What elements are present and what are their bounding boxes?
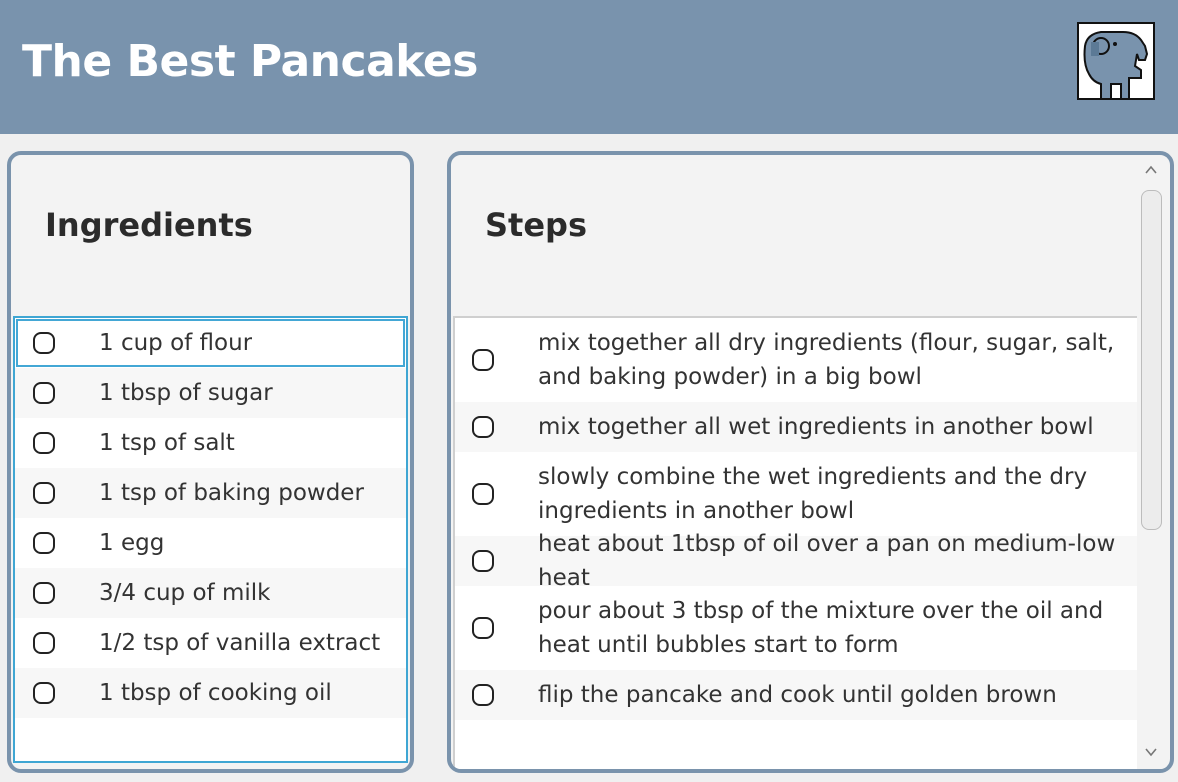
step-item[interactable]: flip the pancake and cook until golden b… bbox=[455, 670, 1137, 720]
scroll-down-icon[interactable] bbox=[1144, 745, 1158, 759]
ingredient-item[interactable]: 3/4 cup of milk bbox=[15, 568, 406, 618]
checkbox[interactable] bbox=[472, 617, 494, 639]
chevron-down-icon bbox=[1145, 748, 1157, 757]
checkbox[interactable] bbox=[33, 332, 55, 354]
ingredient-item[interactable]: 1/2 tsp of vanilla extract bbox=[15, 618, 406, 668]
step-item[interactable]: mix together all dry ingredients (flour,… bbox=[455, 318, 1137, 402]
checkbox[interactable] bbox=[33, 682, 55, 704]
checkbox[interactable] bbox=[33, 382, 55, 404]
ingredient-item[interactable]: 1 tsp of salt bbox=[15, 418, 406, 468]
ingredient-label: 1 egg bbox=[99, 530, 165, 556]
step-label: pour about 3 tbsp of the mixture over th… bbox=[538, 598, 1104, 658]
ingredient-item[interactable]: 1 egg bbox=[15, 518, 406, 568]
ingredient-label: 1/2 tsp of vanilla extract bbox=[99, 630, 381, 656]
scroll-up-icon[interactable] bbox=[1144, 163, 1158, 177]
ingredients-panel: Ingredients 1 cup of flour 1 tbsp of sug… bbox=[7, 151, 414, 773]
app-header: The Best Pancakes bbox=[0, 0, 1178, 134]
ingredient-item[interactable]: 1 tbsp of cooking oil bbox=[15, 668, 406, 718]
scroll-thumb[interactable] bbox=[1141, 190, 1162, 530]
steps-list: mix together all dry ingredients (flour,… bbox=[453, 316, 1137, 769]
steps-panel: Steps mix together all dry ingredients (… bbox=[447, 151, 1174, 773]
checkbox[interactable] bbox=[33, 532, 55, 554]
step-label: flip the pancake and cook until golden b… bbox=[538, 682, 1057, 708]
checkbox[interactable] bbox=[472, 349, 494, 371]
checkbox[interactable] bbox=[33, 632, 55, 654]
chevron-up-icon bbox=[1145, 165, 1157, 174]
ingredient-label: 3/4 cup of milk bbox=[99, 580, 271, 606]
checkbox[interactable] bbox=[472, 684, 494, 706]
ingredient-item[interactable]: 1 cup of flour bbox=[15, 318, 406, 368]
step-item[interactable]: pour about 3 tbsp of the mixture over th… bbox=[455, 586, 1137, 670]
ingredient-item[interactable]: 1 tsp of baking powder bbox=[15, 468, 406, 518]
ingredients-list: 1 cup of flour 1 tbsp of sugar 1 tsp of … bbox=[13, 316, 408, 763]
page-title: The Best Pancakes bbox=[22, 36, 478, 87]
ingredient-label: 1 tbsp of cooking oil bbox=[99, 680, 332, 706]
ingredient-label: 1 tsp of baking powder bbox=[99, 480, 364, 506]
ingredient-label: 1 tbsp of sugar bbox=[99, 380, 273, 406]
elephant-icon bbox=[1079, 24, 1153, 101]
step-item[interactable]: slowly combine the wet ingredients and t… bbox=[455, 452, 1137, 536]
checkbox[interactable] bbox=[472, 483, 494, 505]
steps-heading: Steps bbox=[485, 206, 587, 244]
step-label: mix together all dry ingredients (flour,… bbox=[538, 330, 1115, 390]
ingredient-label: 1 tsp of salt bbox=[99, 430, 235, 456]
ingredient-label: 1 cup of flour bbox=[99, 330, 253, 356]
step-item[interactable]: mix together all wet ingredients in anot… bbox=[455, 402, 1137, 452]
checkbox[interactable] bbox=[472, 416, 494, 438]
ingredients-heading: Ingredients bbox=[45, 206, 253, 244]
checkbox[interactable] bbox=[33, 482, 55, 504]
steps-scrollbar[interactable] bbox=[1137, 157, 1167, 769]
checkbox[interactable] bbox=[33, 432, 55, 454]
step-label: mix together all wet ingredients in anot… bbox=[538, 414, 1094, 440]
elephant-logo-icon bbox=[1077, 22, 1155, 101]
step-label: heat about 1tbsp of oil over a pan on me… bbox=[538, 531, 1116, 591]
checkbox[interactable] bbox=[472, 550, 494, 572]
step-label: slowly combine the wet ingredients and t… bbox=[538, 464, 1088, 524]
step-item[interactable]: heat about 1tbsp of oil over a pan on me… bbox=[455, 531, 1137, 591]
checkbox[interactable] bbox=[33, 582, 55, 604]
ingredient-item[interactable]: 1 tbsp of sugar bbox=[15, 368, 406, 418]
